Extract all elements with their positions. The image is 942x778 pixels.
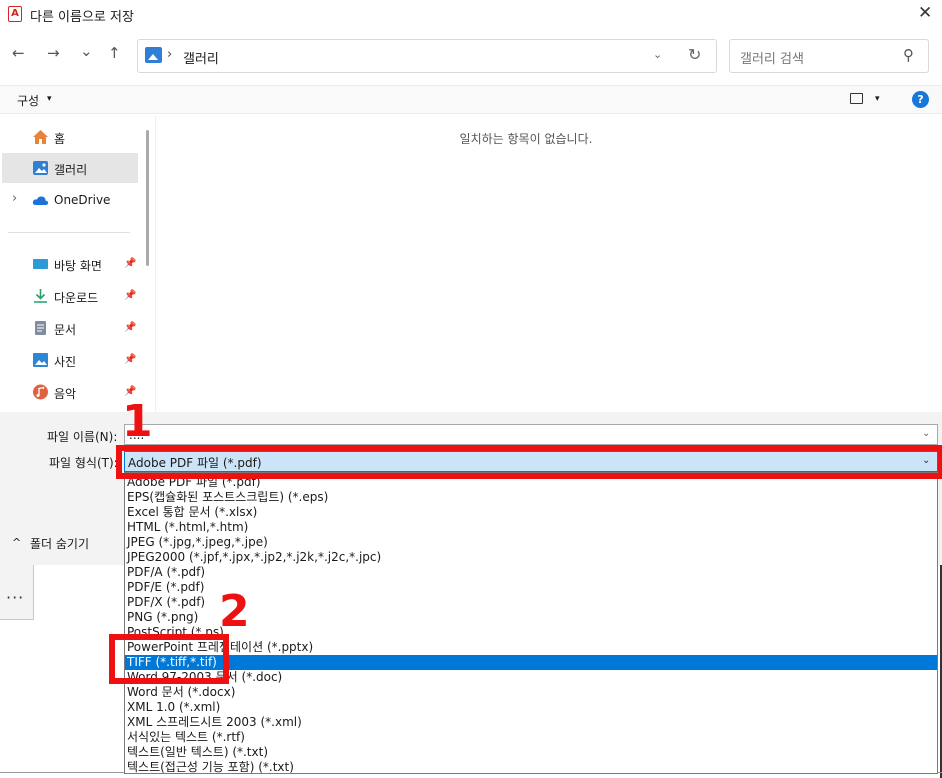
breadcrumb-chevron-icon[interactable]: › — [167, 47, 172, 62]
organize-caret-icon[interactable]: ▾ — [47, 94, 52, 104]
sidebar-item-home[interactable]: 홈 — [2, 122, 138, 152]
search-icon[interactable]: ⚲ — [903, 46, 914, 64]
title-bar: A 다른 이름으로 저장 ✕ — [0, 0, 942, 28]
home-icon — [33, 130, 48, 144]
dropdown-option[interactable]: JPEG2000 (*.jpf,*.jpx,*.jp2,*.j2k,*.j2c,… — [125, 550, 937, 565]
highlight-box-filetype — [116, 445, 942, 479]
back-arrow-icon[interactable]: ← — [12, 44, 25, 62]
desktop-icon — [33, 259, 48, 269]
dropdown-option[interactable]: EPS(캡슐화된 포스트스크립트) (*.eps) — [125, 490, 937, 505]
pin-icon[interactable]: 📌 — [124, 290, 136, 301]
sidebar-divider — [8, 232, 130, 233]
pin-icon[interactable]: 📌 — [124, 322, 136, 333]
view-mode-icon[interactable] — [850, 93, 863, 104]
sidebar-item-downloads[interactable]: 다운로드 📌 — [2, 281, 138, 311]
sidebar-item-label: 다운로드 — [54, 291, 99, 305]
dropdown-option[interactable]: Word 97-2003 문서 (*.doc) — [125, 670, 937, 685]
sidebar-item-desktop[interactable]: 바탕 화면 📌 — [2, 249, 138, 279]
sidebar-item-label: 바탕 화면 — [54, 259, 102, 273]
sidebar-scrollbar[interactable] — [146, 130, 149, 266]
empty-message: 일치하는 항목이 없습니다. — [459, 132, 593, 146]
filename-label: 파일 이름(N): — [47, 430, 118, 444]
address-bar[interactable]: › 갤러리 ⌄ ↻ — [137, 39, 717, 73]
sidebar-item-pictures[interactable]: 사진 📌 — [2, 345, 138, 375]
up-arrow-icon[interactable]: ↑ — [108, 44, 121, 62]
dropdown-option[interactable]: XML 스프레드시트 2003 (*.xml) — [125, 715, 937, 730]
close-icon[interactable]: ✕ — [918, 3, 932, 23]
hide-folders-button[interactable]: 폴더 숨기기 — [30, 535, 89, 552]
pin-icon[interactable]: 📌 — [124, 258, 136, 269]
file-list: 일치하는 항목이 없습니다. — [155, 116, 942, 412]
navigation-pane: 홈 갤러리 › OneDrive 바탕 화면 📌 다운로드 📌 문서 📌 사진 … — [0, 116, 155, 412]
sidebar-item-label: 갤러리 — [54, 163, 88, 177]
pictures-icon — [33, 353, 48, 367]
dropdown-option[interactable]: PDF/A (*.pdf) — [125, 565, 937, 580]
sidebar-item-label: 음악 — [54, 387, 77, 401]
command-bar: 구성 ▾ ▾ ? — [0, 85, 942, 114]
dropdown-option[interactable]: 텍스트(접근성 기능 포함) (*.txt) — [125, 760, 937, 775]
organize-button[interactable]: 구성 — [17, 92, 39, 109]
sidebar-item-label: OneDrive — [54, 193, 111, 207]
collapse-caret-icon[interactable]: ^ — [12, 536, 21, 549]
filename-dropdown-icon[interactable]: ⌄ — [922, 428, 930, 439]
download-icon — [34, 289, 47, 303]
dropdown-option[interactable]: PowerPoint 프레젠테이션 (*.pptx) — [125, 640, 937, 655]
filetype-label: 파일 형식(T): — [49, 456, 118, 470]
search-input[interactable]: 갤러리 검색 — [740, 48, 804, 67]
forward-arrow-icon[interactable]: → — [47, 44, 60, 62]
dropdown-option[interactable]: 텍스트(일반 텍스트) (*.txt) — [125, 745, 937, 760]
navigation-bar: ← → ⌄ ↑ › 갤러리 ⌄ ↻ 갤러리 검색 ⚲ — [0, 38, 942, 74]
documents-icon — [35, 321, 46, 335]
acrobat-app-icon: A — [8, 6, 22, 22]
help-icon[interactable]: ? — [912, 91, 929, 108]
address-dropdown-icon[interactable]: ⌄ — [653, 48, 662, 61]
gallery-icon — [33, 161, 48, 175]
dropdown-option[interactable]: HTML (*.html,*.htm) — [125, 520, 937, 535]
annotation-step-1: 1 — [122, 396, 153, 447]
sidebar-item-label: 사진 — [54, 355, 77, 369]
gallery-icon — [145, 47, 162, 63]
music-icon — [33, 384, 48, 400]
view-caret-icon[interactable]: ▾ — [875, 94, 880, 104]
highlight-box-tiff — [109, 634, 229, 684]
filename-field[interactable]: .... ⌄ — [124, 424, 938, 445]
cloud-icon — [32, 196, 49, 205]
more-options-icon[interactable]: ··· — [6, 588, 24, 607]
sidebar-item-label: 문서 — [54, 323, 77, 337]
expand-chevron-icon[interactable]: › — [12, 191, 17, 206]
dropdown-option[interactable]: Word 문서 (*.docx) — [125, 685, 937, 700]
refresh-icon[interactable]: ↻ — [688, 45, 701, 64]
dropdown-option[interactable]: XML 1.0 (*.xml) — [125, 700, 937, 715]
sidebar-item-onedrive[interactable]: › OneDrive — [2, 185, 138, 215]
dropdown-option[interactable]: Excel 통합 문서 (*.xlsx) — [125, 505, 937, 520]
dropdown-option[interactable]: JPEG (*.jpg,*.jpeg,*.jpe) — [125, 535, 937, 550]
annotation-step-2: 2 — [219, 586, 250, 637]
search-box[interactable]: 갤러리 검색 ⚲ — [729, 39, 929, 73]
sidebar-item-documents[interactable]: 문서 📌 — [2, 313, 138, 343]
breadcrumb-gallery[interactable]: 갤러리 — [183, 48, 219, 67]
dialog-title: 다른 이름으로 저장 — [30, 10, 134, 25]
sidebar-item-gallery[interactable]: 갤러리 — [2, 153, 138, 183]
dropdown-option[interactable]: TIFF (*.tiff,*.tif) — [125, 655, 937, 670]
sidebar-item-label: 홈 — [54, 132, 66, 146]
dropdown-option[interactable]: 서식있는 텍스트 (*.rtf) — [125, 730, 937, 745]
pin-icon[interactable]: 📌 — [124, 354, 136, 365]
sidebar-item-music[interactable]: 음악 📌 — [2, 377, 138, 407]
recent-locations-icon[interactable]: ⌄ — [80, 42, 93, 60]
